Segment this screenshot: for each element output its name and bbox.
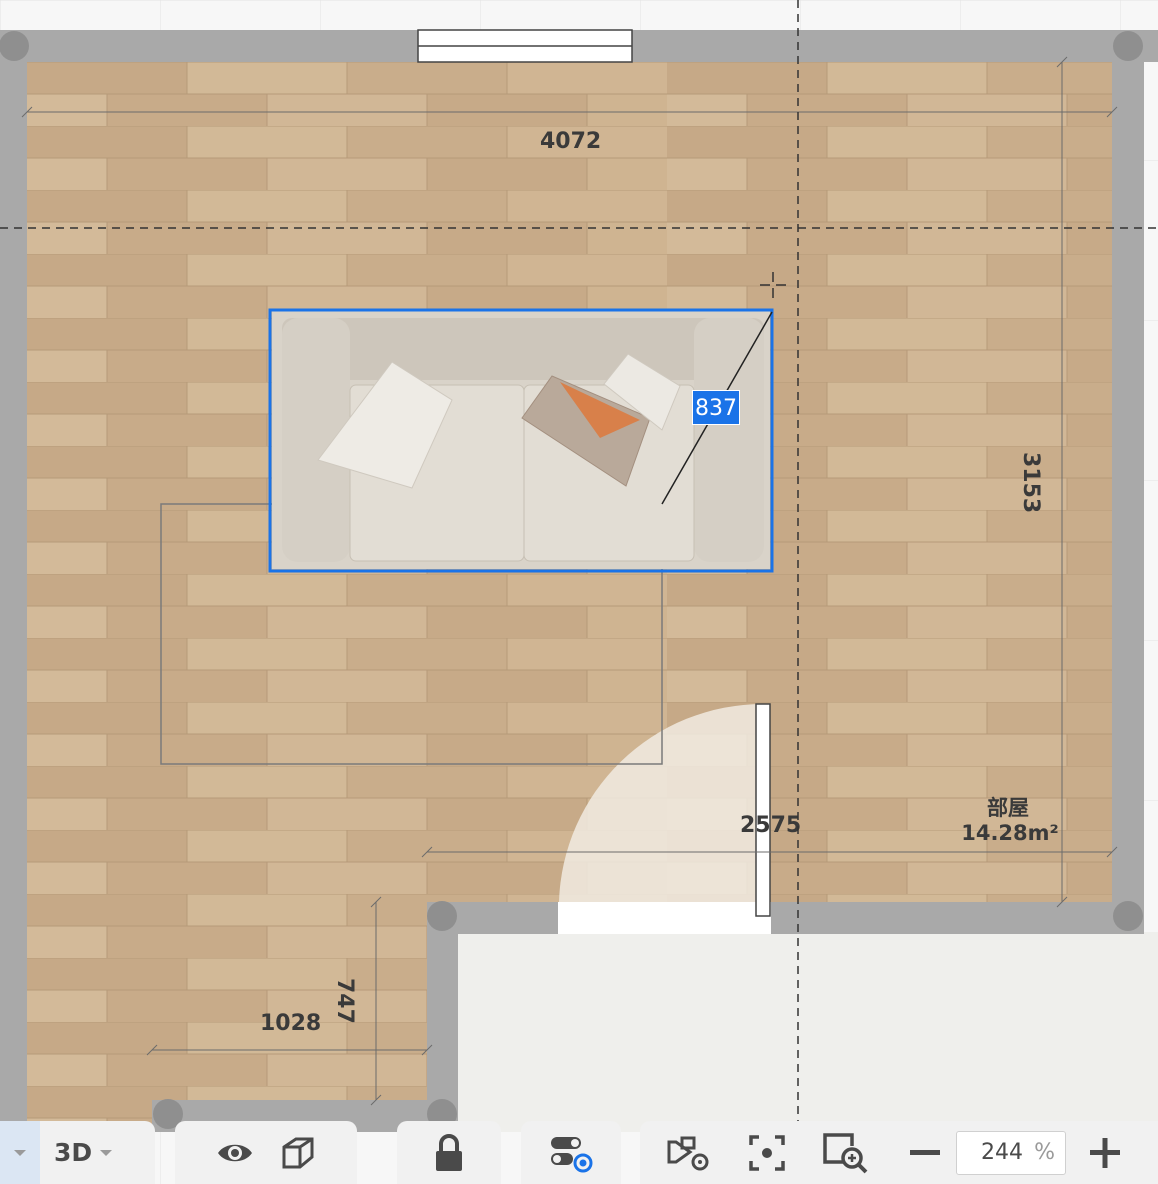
view-mode-group: 3D [0, 1121, 155, 1184]
zoom-level-value: 244 [981, 1139, 1023, 1165]
chevron-down-icon [100, 1149, 113, 1156]
camera-group: 244 % [640, 1121, 1158, 1184]
lock-icon [436, 1133, 462, 1171]
object-view-button[interactable] [280, 1135, 316, 1171]
view-dropdown-toggle[interactable] [0, 1121, 40, 1184]
room-area: 14.28m² [961, 821, 1059, 845]
adjacent-floor [458, 932, 1158, 1132]
layers-group [521, 1121, 621, 1184]
focus-frame-icon [749, 1134, 785, 1171]
focus-button[interactable] [748, 1134, 786, 1172]
floorplan-canvas[interactable]: 4072 3153 2575 1028 747 部屋 14.28m² [0, 0, 1158, 1184]
dim-top-width: 4072 [540, 129, 601, 154]
view-3d-button[interactable]: 3D [54, 1138, 114, 1167]
dim-door-width: 2575 [740, 813, 801, 838]
visibility-button[interactable] [216, 1140, 254, 1166]
toggle-target-icon [551, 1136, 593, 1172]
lock-button[interactable] [433, 1133, 465, 1173]
minus-icon [910, 1149, 940, 1155]
zoom-unit-label: % [1034, 1139, 1055, 1165]
visibility-group [175, 1121, 357, 1184]
zoom-area-button[interactable] [822, 1132, 868, 1174]
cube-icon [282, 1137, 314, 1168]
eye-icon [218, 1144, 252, 1161]
sofa[interactable] [268, 308, 774, 573]
zoom-level-field[interactable]: 244 % [956, 1130, 1066, 1175]
dim-right-height: 3153 [1018, 452, 1043, 513]
zoom-in-button[interactable] [1088, 1136, 1122, 1170]
crosshair-cursor-icon [760, 272, 786, 298]
layers-settings-button[interactable] [547, 1133, 595, 1173]
room-name: 部屋 [987, 796, 1029, 820]
window[interactable] [417, 29, 633, 63]
zoom-in-frame-icon [823, 1132, 868, 1173]
dim-alcove-width: 1028 [260, 1011, 321, 1036]
plus-icon [1090, 1137, 1120, 1168]
dim-alcove-height: 747 [332, 978, 357, 1024]
dimension-edit-input[interactable]: 837 [692, 390, 740, 425]
lock-group [397, 1121, 501, 1184]
camera-settings-button[interactable] [666, 1134, 710, 1172]
camera-gear-icon [667, 1136, 709, 1170]
chevron-down-icon [14, 1149, 26, 1156]
zoom-out-button[interactable] [908, 1136, 942, 1170]
view-3d-label: 3D [54, 1138, 93, 1167]
